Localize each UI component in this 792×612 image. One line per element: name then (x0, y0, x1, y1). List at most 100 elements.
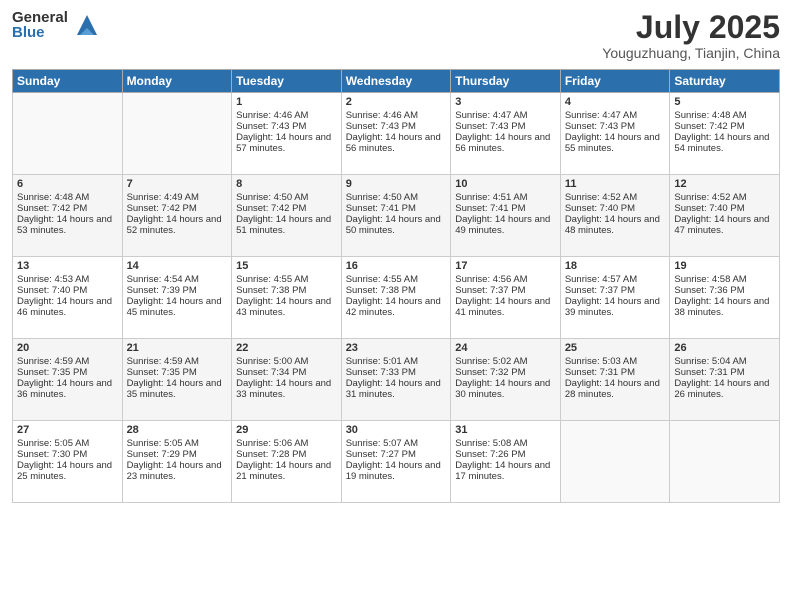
sunset-text: Sunset: 7:38 PM (346, 285, 447, 296)
sunrise-text: Sunrise: 5:08 AM (455, 438, 556, 449)
calendar-cell: 12Sunrise: 4:52 AMSunset: 7:40 PMDayligh… (670, 175, 780, 257)
sunset-text: Sunset: 7:29 PM (127, 449, 228, 460)
day-number: 18 (565, 260, 666, 272)
day-number: 19 (674, 260, 775, 272)
daylight-text: Daylight: 14 hours and 35 minutes. (127, 378, 228, 400)
sunrise-text: Sunrise: 5:02 AM (455, 356, 556, 367)
logo: General Blue (12, 10, 102, 40)
sunrise-text: Sunrise: 4:46 AM (346, 110, 447, 121)
logo-blue-text: Blue (12, 25, 68, 40)
daylight-text: Daylight: 14 hours and 25 minutes. (17, 460, 118, 482)
daylight-text: Daylight: 14 hours and 23 minutes. (127, 460, 228, 482)
calendar-cell: 11Sunrise: 4:52 AMSunset: 7:40 PMDayligh… (560, 175, 670, 257)
day-number: 23 (346, 342, 447, 354)
sunset-text: Sunset: 7:42 PM (236, 203, 337, 214)
calendar-cell: 18Sunrise: 4:57 AMSunset: 7:37 PMDayligh… (560, 257, 670, 339)
calendar-cell: 17Sunrise: 4:56 AMSunset: 7:37 PMDayligh… (451, 257, 561, 339)
sunrise-text: Sunrise: 4:55 AM (346, 274, 447, 285)
sunset-text: Sunset: 7:43 PM (565, 121, 666, 132)
daylight-text: Daylight: 14 hours and 56 minutes. (455, 132, 556, 154)
calendar-cell: 29Sunrise: 5:06 AMSunset: 7:28 PMDayligh… (232, 421, 342, 503)
calendar-cell: 23Sunrise: 5:01 AMSunset: 7:33 PMDayligh… (341, 339, 451, 421)
sunset-text: Sunset: 7:43 PM (346, 121, 447, 132)
calendar-cell: 20Sunrise: 4:59 AMSunset: 7:35 PMDayligh… (13, 339, 123, 421)
calendar-cell: 1Sunrise: 4:46 AMSunset: 7:43 PMDaylight… (232, 93, 342, 175)
calendar-header-row: Sunday Monday Tuesday Wednesday Thursday… (13, 70, 780, 93)
day-number: 31 (455, 424, 556, 436)
sunset-text: Sunset: 7:35 PM (17, 367, 118, 378)
day-number: 8 (236, 178, 337, 190)
sunset-text: Sunset: 7:40 PM (17, 285, 118, 296)
sunrise-text: Sunrise: 4:54 AM (127, 274, 228, 285)
day-number: 17 (455, 260, 556, 272)
calendar-week-4: 20Sunrise: 4:59 AMSunset: 7:35 PMDayligh… (13, 339, 780, 421)
logo-general-text: General (12, 10, 68, 25)
daylight-text: Daylight: 14 hours and 54 minutes. (674, 132, 775, 154)
day-number: 21 (127, 342, 228, 354)
sunrise-text: Sunrise: 4:49 AM (127, 192, 228, 203)
sunset-text: Sunset: 7:42 PM (17, 203, 118, 214)
daylight-text: Daylight: 14 hours and 30 minutes. (455, 378, 556, 400)
calendar-cell: 9Sunrise: 4:50 AMSunset: 7:41 PMDaylight… (341, 175, 451, 257)
daylight-text: Daylight: 14 hours and 57 minutes. (236, 132, 337, 154)
sunrise-text: Sunrise: 5:05 AM (127, 438, 228, 449)
sunrise-text: Sunrise: 5:01 AM (346, 356, 447, 367)
day-number: 28 (127, 424, 228, 436)
calendar-cell: 24Sunrise: 5:02 AMSunset: 7:32 PMDayligh… (451, 339, 561, 421)
sunrise-text: Sunrise: 4:52 AM (565, 192, 666, 203)
sunset-text: Sunset: 7:36 PM (674, 285, 775, 296)
sunset-text: Sunset: 7:37 PM (565, 285, 666, 296)
calendar-week-1: 1Sunrise: 4:46 AMSunset: 7:43 PMDaylight… (13, 93, 780, 175)
sunrise-text: Sunrise: 4:47 AM (565, 110, 666, 121)
header-thursday: Thursday (451, 70, 561, 93)
daylight-text: Daylight: 14 hours and 56 minutes. (346, 132, 447, 154)
calendar-cell: 7Sunrise: 4:49 AMSunset: 7:42 PMDaylight… (122, 175, 232, 257)
day-number: 6 (17, 178, 118, 190)
day-number: 4 (565, 96, 666, 108)
daylight-text: Daylight: 14 hours and 49 minutes. (455, 214, 556, 236)
daylight-text: Daylight: 14 hours and 53 minutes. (17, 214, 118, 236)
calendar-cell: 13Sunrise: 4:53 AMSunset: 7:40 PMDayligh… (13, 257, 123, 339)
daylight-text: Daylight: 14 hours and 19 minutes. (346, 460, 447, 482)
day-number: 2 (346, 96, 447, 108)
calendar-cell (670, 421, 780, 503)
day-number: 13 (17, 260, 118, 272)
sunset-text: Sunset: 7:43 PM (236, 121, 337, 132)
daylight-text: Daylight: 14 hours and 33 minutes. (236, 378, 337, 400)
sunset-text: Sunset: 7:42 PM (674, 121, 775, 132)
sunset-text: Sunset: 7:31 PM (674, 367, 775, 378)
day-number: 10 (455, 178, 556, 190)
sunrise-text: Sunrise: 4:58 AM (674, 274, 775, 285)
sunrise-text: Sunrise: 4:50 AM (346, 192, 447, 203)
daylight-text: Daylight: 14 hours and 21 minutes. (236, 460, 337, 482)
calendar-cell: 21Sunrise: 4:59 AMSunset: 7:35 PMDayligh… (122, 339, 232, 421)
sunrise-text: Sunrise: 4:52 AM (674, 192, 775, 203)
calendar-cell: 6Sunrise: 4:48 AMSunset: 7:42 PMDaylight… (13, 175, 123, 257)
title-block: July 2025 Youguzhuang, Tianjin, China (602, 10, 780, 61)
daylight-text: Daylight: 14 hours and 17 minutes. (455, 460, 556, 482)
calendar-table: Sunday Monday Tuesday Wednesday Thursday… (12, 69, 780, 503)
calendar-cell (560, 421, 670, 503)
sunset-text: Sunset: 7:26 PM (455, 449, 556, 460)
day-number: 24 (455, 342, 556, 354)
calendar-cell: 27Sunrise: 5:05 AMSunset: 7:30 PMDayligh… (13, 421, 123, 503)
daylight-text: Daylight: 14 hours and 45 minutes. (127, 296, 228, 318)
day-number: 30 (346, 424, 447, 436)
sunrise-text: Sunrise: 4:46 AM (236, 110, 337, 121)
sunrise-text: Sunrise: 4:47 AM (455, 110, 556, 121)
sunrise-text: Sunrise: 4:50 AM (236, 192, 337, 203)
sunset-text: Sunset: 7:40 PM (565, 203, 666, 214)
header-sunday: Sunday (13, 70, 123, 93)
calendar-cell (122, 93, 232, 175)
calendar-cell: 16Sunrise: 4:55 AMSunset: 7:38 PMDayligh… (341, 257, 451, 339)
day-number: 16 (346, 260, 447, 272)
sunset-text: Sunset: 7:30 PM (17, 449, 118, 460)
sunset-text: Sunset: 7:41 PM (346, 203, 447, 214)
sunrise-text: Sunrise: 4:59 AM (17, 356, 118, 367)
daylight-text: Daylight: 14 hours and 51 minutes. (236, 214, 337, 236)
header-wednesday: Wednesday (341, 70, 451, 93)
calendar-cell: 10Sunrise: 4:51 AMSunset: 7:41 PMDayligh… (451, 175, 561, 257)
sunrise-text: Sunrise: 5:04 AM (674, 356, 775, 367)
daylight-text: Daylight: 14 hours and 46 minutes. (17, 296, 118, 318)
location-subtitle: Youguzhuang, Tianjin, China (602, 45, 780, 61)
